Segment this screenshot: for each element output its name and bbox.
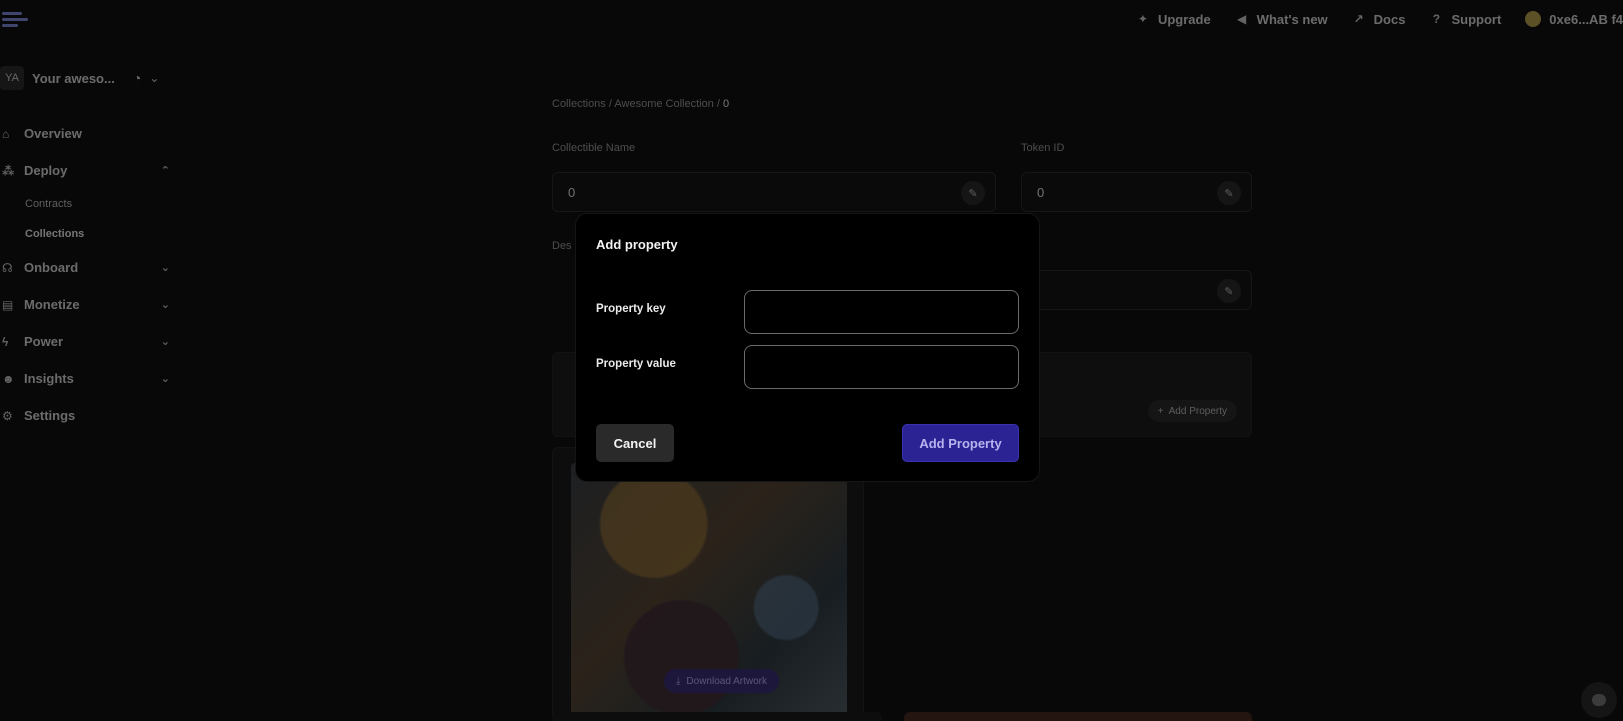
add-property-button[interactable]: Add Property (902, 424, 1019, 462)
cancel-button[interactable]: Cancel (596, 424, 674, 462)
modal-title: Add property (596, 237, 678, 252)
property-value-label: Property value (596, 358, 676, 370)
property-value-input[interactable] (744, 345, 1019, 389)
property-key-label: Property key (596, 303, 666, 315)
add-property-modal: Add property Property key Property value… (575, 213, 1040, 482)
property-key-input[interactable] (744, 290, 1019, 334)
